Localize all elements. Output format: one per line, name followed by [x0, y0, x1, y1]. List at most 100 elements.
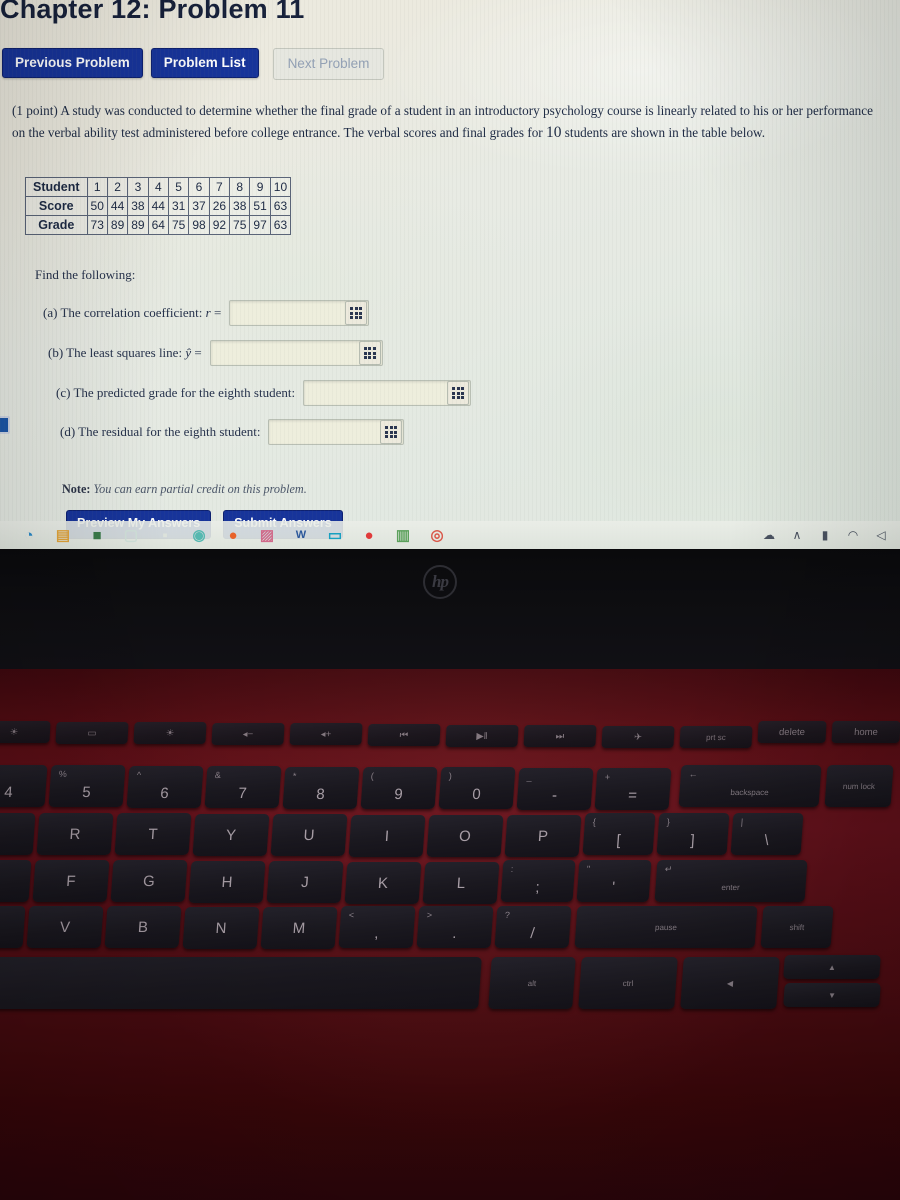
key-k[interactable]: K	[344, 861, 422, 904]
grid-keypad-icon[interactable]	[447, 381, 470, 405]
key-t[interactable]: T	[114, 813, 192, 856]
key-punct2-1[interactable]: " '	[576, 860, 652, 902]
key-bracket-0[interactable]: {[	[582, 813, 656, 855]
problem-list-button[interactable]: Problem List	[150, 48, 259, 78]
cell-student: 5	[167, 177, 190, 197]
key-8[interactable]: * 8	[282, 766, 360, 809]
key-f5[interactable]: ☀	[133, 722, 207, 745]
key-equals[interactable]: + =	[594, 768, 672, 811]
grid-keypad-icon[interactable]	[345, 301, 368, 325]
chrome-icon[interactable]: ◎	[420, 524, 454, 546]
key-arrow-down[interactable]: ▼	[783, 983, 881, 1007]
key-bracket-0-secondary: {	[592, 817, 597, 827]
wifi-icon[interactable]: ◠	[840, 524, 866, 546]
key-9[interactable]: (9	[360, 767, 438, 809]
key-0-secondary: )	[448, 771, 453, 782]
key-4[interactable]: $4	[0, 765, 48, 807]
key-d[interactable]	[0, 860, 32, 902]
key-f3[interactable]: ☀	[0, 721, 51, 743]
key-bracket-1[interactable]: }]	[656, 813, 730, 855]
key-0[interactable]: ) 0	[438, 767, 516, 810]
key-backspace[interactable]: ← backspace	[678, 765, 822, 807]
answer-input-d[interactable]	[268, 419, 405, 445]
key-p[interactable]: P	[504, 815, 582, 858]
key-home[interactable]: home	[831, 721, 900, 743]
key-minus[interactable]: _ -	[516, 767, 594, 810]
key-punct2-1-label: '	[611, 878, 616, 896]
key-m[interactable]: M	[260, 907, 338, 950]
key-enter[interactable]: ↵ enter	[654, 860, 808, 902]
key-e[interactable]	[0, 813, 36, 855]
key-6-secondary: ^	[136, 769, 142, 780]
store-bag-icon[interactable]: ■	[80, 524, 114, 546]
show-hidden-icons-chevron[interactable]: ∧	[784, 524, 810, 546]
answer-input-a[interactable]	[229, 300, 370, 326]
mail-icon[interactable]: ▭	[318, 524, 352, 546]
key-punct3-2[interactable]: ? /	[494, 906, 572, 948]
onedrive-icon[interactable]: ☁	[756, 524, 782, 546]
key-space[interactable]	[0, 957, 482, 1009]
record-icon[interactable]: ●	[352, 524, 386, 546]
key-n[interactable]: N	[182, 906, 260, 949]
key-f12[interactable]: prt sc	[679, 726, 753, 749]
key-f7[interactable]: ◂+	[289, 723, 363, 746]
key-pause[interactable]: pause	[574, 906, 758, 948]
key-g[interactable]: G	[110, 860, 188, 903]
key-i[interactable]: I	[348, 814, 426, 857]
key-shift-right[interactable]: shift	[760, 906, 834, 948]
volume-icon[interactable]: ◁	[868, 524, 894, 546]
next-problem-button[interactable]: Next Problem	[272, 48, 385, 80]
key-ctrl-right[interactable]: ctrl	[578, 957, 678, 1009]
key-f9-label: ▶‖	[476, 730, 488, 742]
photos-icon[interactable]: ▨	[250, 524, 284, 546]
previous-problem-button[interactable]: Previous Problem	[2, 48, 143, 78]
key-r[interactable]: R	[36, 813, 114, 855]
key-h[interactable]: H	[188, 860, 266, 903]
key-bracket-1-secondary: }	[666, 817, 671, 827]
key-6[interactable]: ^ 6	[126, 765, 204, 808]
key-f8[interactable]: ⏮	[367, 724, 441, 746]
cell-score: 44	[147, 196, 169, 216]
grid-keypad-icon[interactable]	[380, 420, 403, 444]
key-c[interactable]	[0, 906, 26, 948]
teams-icon[interactable]: ◉	[182, 524, 216, 546]
app-icon-4[interactable]: ▢	[114, 524, 148, 546]
key-5[interactable]: % 5	[48, 765, 126, 808]
key-y[interactable]: Y	[192, 813, 270, 856]
key-f10[interactable]: ⏭	[523, 725, 597, 748]
key-f4[interactable]: ▭	[55, 721, 129, 744]
key-punct2-0[interactable]: :;	[500, 860, 576, 902]
key-num-lock[interactable]: num lock	[824, 765, 894, 807]
file-explorer-icon[interactable]: ▤	[46, 524, 80, 546]
key-f11[interactable]: ✈	[601, 725, 675, 748]
key-alt-right[interactable]: alt	[488, 957, 576, 1009]
grid-keypad-icon[interactable]	[358, 341, 381, 365]
answer-input-c[interactable]	[303, 380, 472, 406]
answer-input-b[interactable]	[209, 340, 383, 366]
key-delete[interactable]: delete	[757, 721, 827, 743]
app-icon-5[interactable]: ▪	[148, 524, 182, 546]
word-icon[interactable]: W	[284, 524, 318, 546]
key-b[interactable]: B	[104, 906, 182, 949]
question-c-label: (c) The predicted grade for the eighth s…	[56, 385, 296, 400]
key-punct3-0[interactable]: <,	[338, 906, 416, 948]
key-f6[interactable]: ◂−	[211, 722, 285, 745]
key-7[interactable]: & 7	[204, 766, 282, 809]
excel-icon[interactable]: ▥	[386, 524, 420, 546]
key-arrow-up[interactable]: ▲	[783, 955, 881, 979]
key-u[interactable]: U	[270, 814, 348, 857]
key-f9[interactable]: ▶‖	[445, 724, 519, 747]
key-bracket-2[interactable]: | \	[730, 813, 804, 855]
key-j[interactable]: J	[266, 861, 344, 904]
key-v[interactable]: V	[26, 906, 104, 948]
question-b-label: (b) The least squares line: ŷ =	[48, 345, 202, 361]
key-o[interactable]: O	[426, 815, 504, 857]
key-arrow-left[interactable]: ◀	[680, 957, 780, 1009]
scroll-position-marker[interactable]	[0, 416, 10, 434]
firefox-icon[interactable]: ●	[216, 524, 250, 546]
battery-icon[interactable]: ▮	[812, 524, 838, 546]
key-punct3-1[interactable]: >.	[416, 906, 494, 948]
edge-icon[interactable]: ◔	[12, 524, 46, 546]
key-f[interactable]: F	[32, 860, 110, 902]
key-l[interactable]: L	[422, 862, 500, 904]
